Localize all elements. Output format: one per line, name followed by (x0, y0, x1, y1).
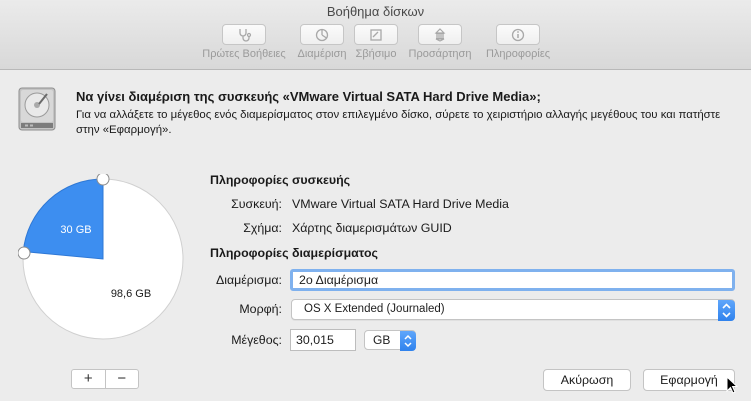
device-label: Συσκευή: (231, 197, 282, 211)
toolbar-info-label: Πληροφορίες (485, 48, 551, 60)
resize-handle-top (96, 172, 110, 186)
toolbar-erase[interactable]: Σβήσιμο (353, 24, 399, 66)
partition-info-title: Πληροφορίες διαμερίσματος (210, 246, 378, 260)
toolbar-partition-label: Διαμέριση (297, 48, 347, 60)
partition-pie[interactable]: 30 GB 98,6 GB (17, 172, 188, 344)
toolbar-info[interactable]: Πληροφορίες (482, 24, 554, 66)
format-select-arrows-icon[interactable] (718, 300, 735, 321)
mount-icon[interactable] (418, 24, 462, 45)
size-input[interactable]: 30,015 (290, 329, 356, 351)
mouse-cursor-icon (726, 375, 739, 397)
add-remove-control: + − (71, 369, 139, 389)
unit-select[interactable]: GB (364, 330, 416, 351)
add-partition-button[interactable]: + (72, 370, 105, 388)
toolbar-first-aid[interactable]: Πρώτες Βοήθειες (199, 24, 289, 66)
info-icon[interactable] (496, 24, 540, 45)
scheme-label: Σχήμα: (243, 221, 282, 235)
scheme-value: Χάρτης διαμερισμάτων GUID (292, 221, 452, 235)
sheet-description: Για να αλλάξετε το μέγεθος ενός διαμερίσ… (76, 109, 721, 136)
toolbar: Βοήθημα δίσκων Πρώτες Βοήθειες Διαμέριση… (0, 0, 751, 70)
disk-utility-window: Βοήθημα δίσκων Πρώτες Βοήθειες Διαμέριση… (0, 0, 751, 401)
unit-select-arrows-icon[interactable] (400, 331, 416, 351)
toolbar-mount-label: Προσάρτηση (408, 48, 472, 60)
hard-drive-icon (17, 86, 57, 132)
toolbar-first-aid-label: Πρώτες Βοήθειες (202, 48, 286, 60)
pie-selected-slice (22, 178, 104, 260)
sheet-heading: Να γίνει διαμέριση της συσκευής «VMware … (76, 89, 541, 104)
toolbar-partition[interactable]: Διαμέριση (296, 24, 348, 66)
partition-name-field[interactable]: 2ο Διαμέρισμα (290, 269, 735, 291)
pie-other-label: 98,6 GB (111, 288, 151, 300)
partition-name-value: 2ο Διαμέρισμα (299, 273, 379, 287)
erase-icon[interactable] (354, 24, 398, 45)
size-value: 30,015 (296, 333, 334, 347)
cancel-button[interactable]: Ακύρωση (543, 369, 631, 391)
toolbar-erase-label: Σβήσιμο (355, 48, 397, 60)
format-label: Μορφή: (239, 302, 282, 316)
apply-button[interactable]: Εφαρμογή (643, 369, 735, 391)
device-value: VMware Virtual SATA Hard Drive Media (292, 197, 509, 211)
remove-partition-button[interactable]: − (106, 370, 139, 388)
device-info-title: Πληροφορίες συσκευής (210, 173, 351, 187)
size-label: Μέγεθος: (231, 333, 282, 347)
pie-selected-label: 30 GB (60, 224, 91, 236)
toolbar-mount[interactable]: Προσάρτηση (405, 24, 475, 66)
format-value: OS X Extended (Journaled) (304, 303, 445, 315)
stethoscope-icon[interactable] (222, 24, 266, 45)
format-select[interactable]: OS X Extended (Journaled) (291, 299, 735, 321)
window-title: Βοήθημα δίσκων (326, 4, 425, 19)
partition-icon[interactable] (300, 24, 344, 45)
resize-handle-left (17, 246, 31, 260)
unit-value: GB (373, 333, 391, 347)
partition-name-label: Διαμέρισμα: (215, 273, 282, 287)
